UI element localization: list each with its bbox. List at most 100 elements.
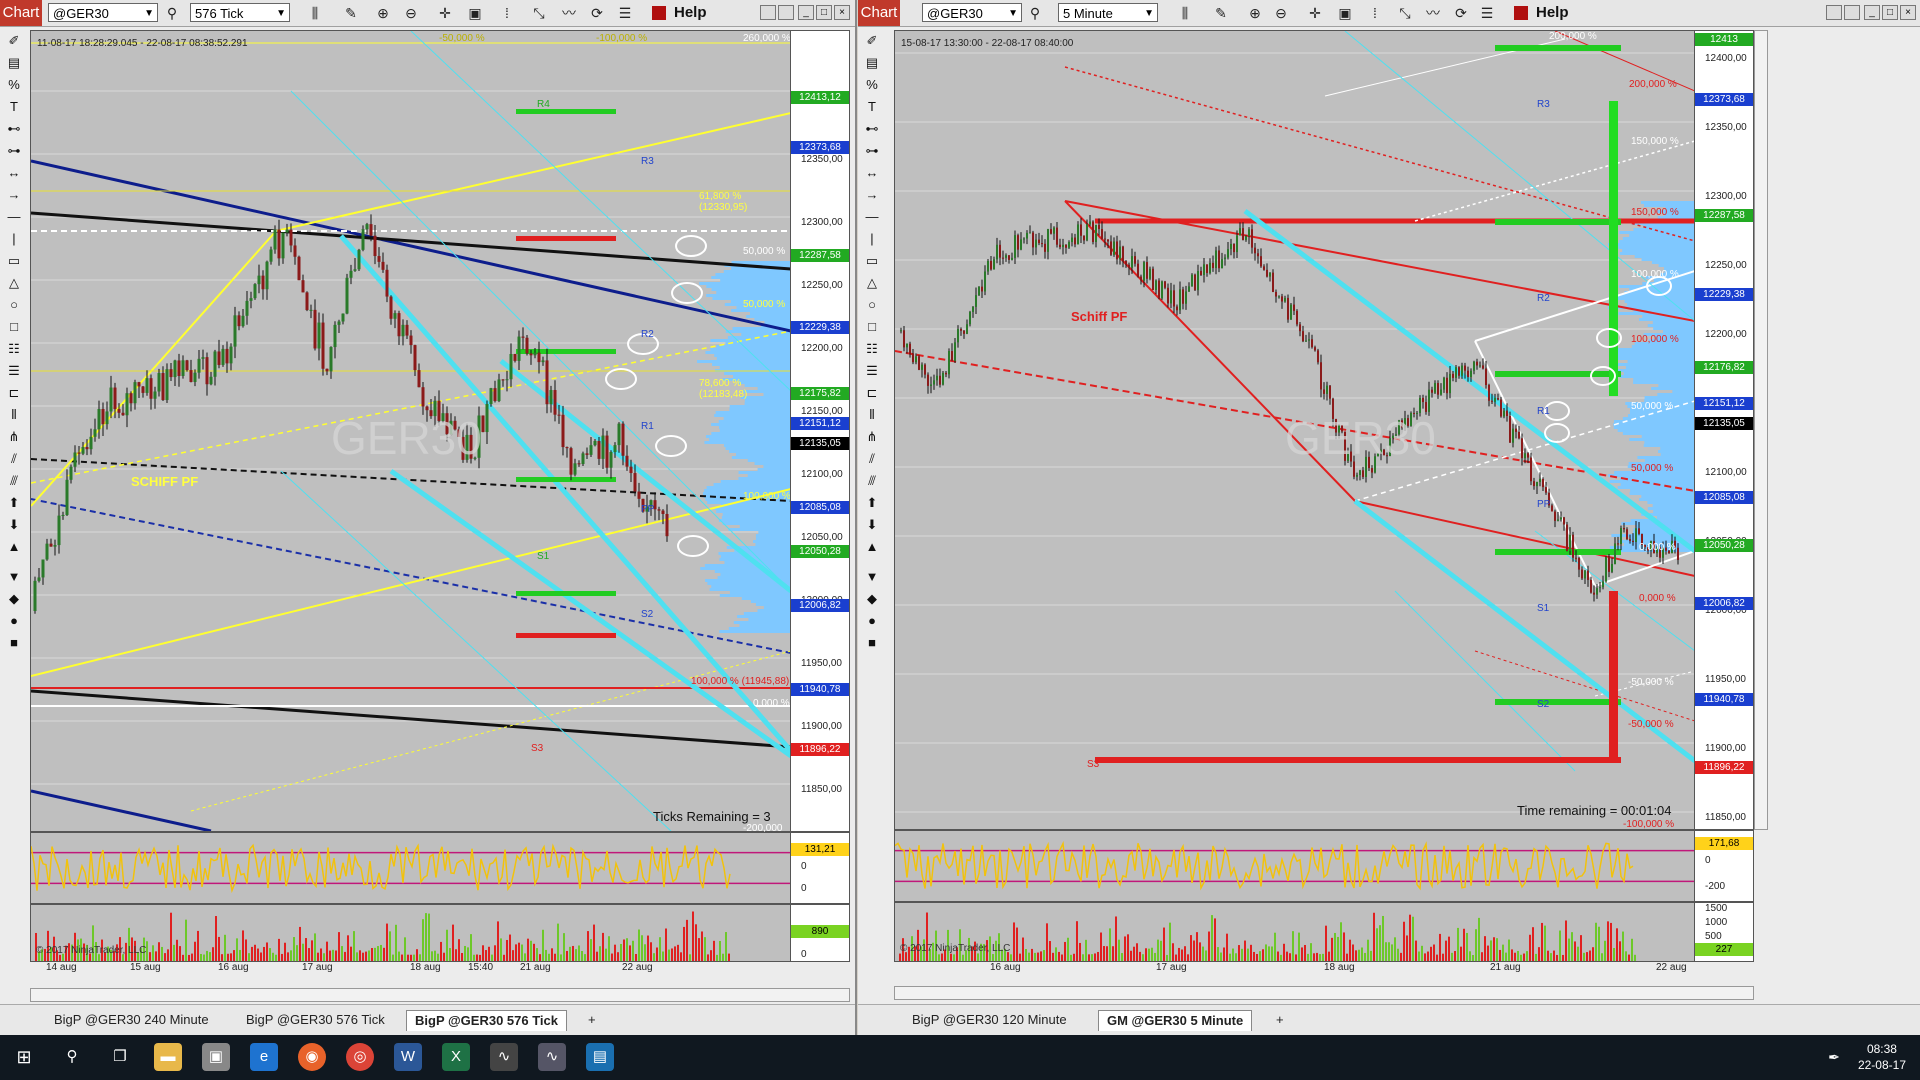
window-button[interactable] [1826, 5, 1842, 20]
text-icon[interactable]: T [5, 98, 23, 116]
line-icon[interactable]: ⊷ [5, 120, 23, 138]
diamond-icon[interactable]: ◆ [5, 590, 23, 608]
zoom-out-icon[interactable]: ⊖ [1272, 4, 1290, 22]
pencil-icon[interactable]: ✎ [1212, 4, 1230, 22]
arrow-line-icon[interactable]: → [863, 186, 881, 204]
close-button[interactable]: × [1900, 5, 1916, 20]
minimize-button[interactable]: _ [1864, 5, 1880, 20]
firefox-icon[interactable]: ◉ [298, 1043, 326, 1071]
triangle-icon[interactable]: △ [863, 274, 881, 292]
strategy-icon[interactable]: ⤡ [530, 4, 548, 22]
extended-line-icon[interactable]: ↔ [863, 164, 881, 182]
chart-menu-label[interactable]: Chart [858, 0, 900, 26]
square-icon[interactable]: ■ [5, 634, 23, 652]
ray-icon[interactable]: ⊶ [5, 142, 23, 160]
horizontal-scrollbar[interactable] [894, 986, 1754, 1000]
dot-icon[interactable]: ● [5, 612, 23, 630]
app-icon[interactable]: ▣ [202, 1043, 230, 1071]
properties-icon[interactable]: ▣ [1336, 4, 1354, 22]
search-icon[interactable]: ⚲ [1026, 4, 1044, 22]
diamond-icon[interactable]: ◆ [863, 590, 881, 608]
close-button[interactable]: × [834, 5, 850, 20]
edge-browser-icon[interactable]: e [250, 1043, 278, 1071]
arrow-down-icon[interactable]: ⬇ [863, 516, 881, 534]
price-axis[interactable]: 12400,0012350,0012300,0012250,0012200,00… [1694, 30, 1754, 830]
tws-icon[interactable]: ▤ [586, 1043, 614, 1071]
add-tab-button[interactable]: + [580, 1010, 604, 1030]
ninjatrader-charts-icon[interactable]: ∿ [538, 1043, 566, 1071]
chart-menu-label[interactable]: Chart [0, 0, 42, 26]
list-icon[interactable]: ☰ [1478, 4, 1496, 22]
price-axis[interactable]: 12400,0012350,0012300,0012250,0012200,00… [790, 30, 850, 832]
triangle-up-icon[interactable]: ▲ [863, 538, 881, 556]
fib-time-icon[interactable]: ⊏ [863, 384, 881, 402]
instrument-select[interactable]: @GER30 ▼ [48, 3, 158, 22]
regression-channel-icon[interactable]: ⫻ [863, 472, 881, 490]
text-icon[interactable]: T [863, 98, 881, 116]
ruler-icon[interactable]: ▤ [863, 54, 881, 72]
vertical-line-icon[interactable]: | [5, 230, 23, 248]
tab-576-tick[interactable]: BigP @GER30 576 Tick [238, 1010, 393, 1030]
interval-select[interactable]: 5 Minute ▼ [1058, 3, 1158, 22]
strategy-icon[interactable]: ⤡ [1396, 4, 1414, 22]
ray-icon[interactable]: ⊶ [863, 142, 881, 160]
horizontal-line-icon[interactable]: — [863, 208, 881, 226]
volume-panel[interactable]: © 2017 NinjaTrader, LLC [894, 902, 1696, 962]
risk-reward-icon[interactable]: % [863, 76, 881, 94]
extended-line-icon[interactable]: ↔ [5, 164, 23, 182]
triangle-icon[interactable]: △ [5, 274, 23, 292]
risk-reward-icon[interactable]: % [5, 76, 23, 94]
oscillator-panel[interactable] [30, 832, 792, 904]
fib-retracement-icon[interactable]: ☷ [863, 340, 881, 358]
drawing-tools-icon[interactable]: 〰 [560, 4, 578, 22]
add-tab-button[interactable]: + [1268, 1010, 1292, 1030]
triangle-up-icon[interactable]: ▲ [5, 538, 23, 556]
fib-circle-icon[interactable]: ⦀ [5, 406, 23, 424]
oscillator-panel[interactable] [894, 830, 1696, 902]
region-icon[interactable]: □ [5, 318, 23, 336]
andrews-pitchfork-icon[interactable]: ⋔ [863, 428, 881, 446]
indicators-icon[interactable]: ⁞ [1366, 4, 1384, 22]
window-button[interactable] [1844, 5, 1860, 20]
pen-icon[interactable]: ✒ [1820, 1043, 1848, 1071]
pencil-icon[interactable]: ✎ [342, 4, 360, 22]
arrow-line-icon[interactable]: → [5, 186, 23, 204]
task-view-icon[interactable]: ❐ [106, 1043, 134, 1071]
bar-style-icon[interactable]: ⫼ [306, 4, 324, 22]
refresh-icon[interactable]: ⟳ [588, 4, 606, 22]
price-panel[interactable]: GER30 15-08-17 13:30:00 - 22-08-17 08:40… [894, 30, 1696, 830]
minimize-button[interactable]: _ [798, 5, 814, 20]
tab-120-minute[interactable]: BigP @GER30 120 Minute [904, 1010, 1075, 1030]
help-menu[interactable]: Help [1536, 4, 1569, 21]
system-clock[interactable]: 08:38 22-08-17 [1858, 1041, 1906, 1073]
pointer-icon[interactable]: ✐ [5, 32, 23, 50]
ellipse-icon[interactable]: ○ [5, 296, 23, 314]
fib-extension-icon[interactable]: ☰ [863, 362, 881, 380]
arrow-up-icon[interactable]: ⬆ [5, 494, 23, 512]
square-icon[interactable]: ■ [863, 634, 881, 652]
excel-icon[interactable]: X [442, 1043, 470, 1071]
list-icon[interactable]: ☰ [616, 4, 634, 22]
bar-style-icon[interactable]: ⫼ [1176, 4, 1194, 22]
fib-circle-icon[interactable]: ⦀ [863, 406, 881, 424]
ellipse-icon[interactable]: ○ [863, 296, 881, 314]
line-icon[interactable]: ⊷ [863, 120, 881, 138]
instrument-select[interactable]: @GER30 ▼ [922, 3, 1022, 22]
rectangle-icon[interactable]: ▭ [5, 252, 23, 270]
search-icon[interactable]: ⚲ [163, 4, 181, 22]
gann-fan-icon[interactable]: ⫽ [5, 450, 23, 468]
rectangle-icon[interactable]: ▭ [863, 252, 881, 270]
horizontal-scrollbar[interactable] [30, 988, 850, 1002]
interval-select[interactable]: 576 Tick ▼ [190, 3, 290, 22]
windows-start-icon[interactable]: ⊞ [10, 1043, 38, 1071]
file-explorer-icon[interactable]: ▬ [154, 1043, 182, 1071]
maximize-button[interactable]: □ [816, 5, 832, 20]
fib-time-icon[interactable]: ⊏ [5, 384, 23, 402]
drawing-tools-icon[interactable]: 〰 [1424, 4, 1442, 22]
arrow-up-icon[interactable]: ⬆ [863, 494, 881, 512]
search-icon[interactable]: ⚲ [58, 1043, 86, 1071]
pointer-icon[interactable]: ✐ [863, 32, 881, 50]
triangle-down-icon[interactable]: ▼ [5, 568, 23, 586]
maximize-button[interactable]: □ [1882, 5, 1898, 20]
vertical-scrollbar[interactable] [1754, 30, 1768, 830]
